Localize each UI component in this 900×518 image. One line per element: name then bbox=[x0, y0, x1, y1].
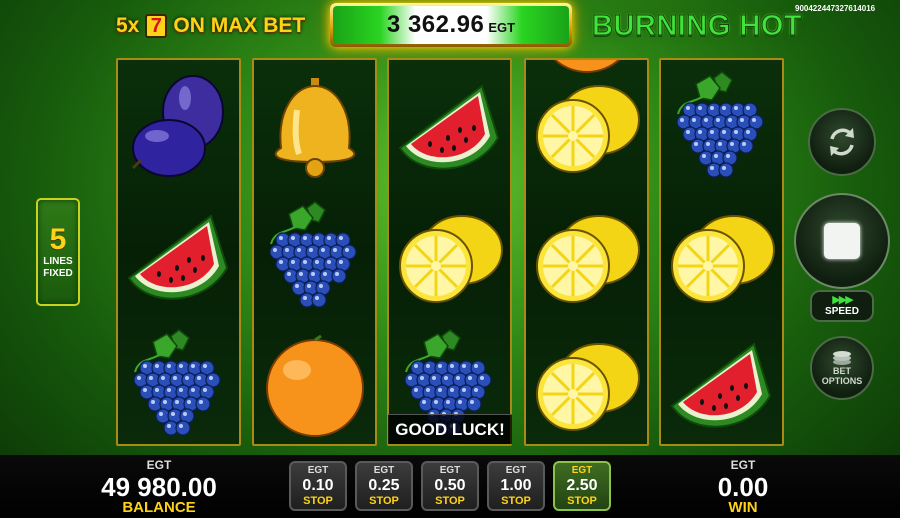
watermelon-symbol bbox=[662, 328, 782, 444]
plum-symbol bbox=[119, 70, 239, 190]
bet-options-label-2: OPTIONS bbox=[821, 376, 863, 386]
spin-stop-button[interactable] bbox=[794, 193, 890, 289]
fast-forward-icon: ▶▶▶ bbox=[832, 294, 853, 306]
stake-value: 0.10 bbox=[302, 476, 334, 494]
autoplay-button[interactable] bbox=[808, 108, 876, 176]
stake-stop-label: STOP bbox=[435, 494, 465, 507]
lemon-symbol bbox=[527, 200, 647, 320]
lemon-symbol bbox=[527, 328, 647, 444]
stake-currency: EGT bbox=[439, 464, 461, 476]
speed-label: SPEED bbox=[825, 306, 859, 317]
lines-indicator: 5 LINES FIXED bbox=[36, 198, 80, 306]
win-value: 0.00 bbox=[717, 472, 769, 502]
stake-button[interactable]: EGT 0.25 STOP bbox=[355, 461, 413, 511]
stake-button[interactable]: EGT 2.50 STOP bbox=[553, 461, 611, 511]
promo-text: ON MAX BET bbox=[173, 14, 306, 37]
watermelon-symbol bbox=[119, 200, 239, 320]
reel-2 bbox=[252, 58, 377, 446]
balance-display: EGT 49 980.00 BALANCE bbox=[96, 455, 222, 517]
max-bet-promo: 5x 7 ON MAX BET bbox=[116, 14, 305, 38]
grapes-symbol bbox=[662, 70, 782, 190]
stake-value: 2.50 bbox=[566, 476, 598, 494]
stake-button[interactable]: EGT 1.00 STOP bbox=[487, 461, 545, 511]
reel-4 bbox=[524, 58, 649, 446]
bottom-bar: EGT 49 980.00 BALANCE EGT 0.10 STOP EGT 0.25… bbox=[0, 455, 900, 518]
lemon-symbol bbox=[662, 200, 782, 320]
promo-multiplier: 5x bbox=[116, 14, 140, 37]
lines-label: LINES bbox=[43, 256, 73, 267]
bell-symbol bbox=[255, 70, 375, 190]
bet-options-label: BET bbox=[833, 366, 851, 376]
balance-value: 49 980.00 bbox=[101, 472, 217, 502]
grapes-symbol bbox=[119, 328, 239, 444]
stake-stop-label: STOP bbox=[567, 494, 597, 507]
bet-options-button[interactable]: BET OPTIONS bbox=[810, 336, 874, 400]
stake-stop-label: STOP bbox=[303, 494, 333, 507]
jackpot-value: 3 362.96 bbox=[386, 11, 485, 38]
stop-square-icon bbox=[824, 223, 860, 259]
reel-3 bbox=[387, 58, 512, 446]
autoplay-icon bbox=[830, 128, 854, 156]
status-message: GOOD LUCK! bbox=[388, 414, 512, 444]
session-id: 9004224473276140​16 bbox=[795, 4, 876, 13]
speed-button[interactable]: ▶▶▶ SPEED bbox=[810, 290, 874, 322]
lines-count: 5 bbox=[49, 223, 67, 256]
reel-1 bbox=[116, 58, 241, 446]
stake-currency: EGT bbox=[307, 464, 329, 476]
lines-fixed-label: FIXED bbox=[43, 268, 73, 279]
watermelon-symbol bbox=[390, 70, 510, 190]
orange-symbol bbox=[255, 328, 375, 444]
top-bar: 5x 7 ON MAX BET 3 362.96 EGT BURNING HOT… bbox=[0, 0, 900, 52]
stake-button[interactable]: EGT 0.50 STOP bbox=[421, 461, 479, 511]
stake-button[interactable]: EGT 0.10 STOP bbox=[289, 461, 347, 511]
win-display: EGT 0.00 WIN bbox=[698, 455, 788, 517]
seven-icon: 7 bbox=[145, 14, 168, 38]
stake-value: 1.00 bbox=[500, 476, 532, 494]
stake-currency: EGT bbox=[373, 464, 395, 476]
stake-currency: EGT bbox=[571, 464, 593, 476]
grapes-symbol bbox=[255, 200, 375, 320]
win-label: WIN bbox=[728, 499, 758, 516]
jackpot-currency: EGT bbox=[488, 19, 516, 35]
game-title: BURNING HOT bbox=[591, 10, 803, 43]
stake-value: 0.50 bbox=[434, 476, 466, 494]
reel-area bbox=[116, 58, 784, 446]
reel-5 bbox=[659, 58, 784, 446]
jackpot-meter: 3 362.96 EGT bbox=[330, 3, 572, 47]
stake-value: 0.25 bbox=[368, 476, 400, 494]
stake-currency: EGT bbox=[505, 464, 527, 476]
stake-stop-label: STOP bbox=[501, 494, 531, 507]
stake-stop-label: STOP bbox=[369, 494, 399, 507]
lemon-symbol bbox=[527, 70, 647, 190]
coins-icon bbox=[833, 351, 851, 365]
lemon-symbol bbox=[390, 200, 510, 320]
